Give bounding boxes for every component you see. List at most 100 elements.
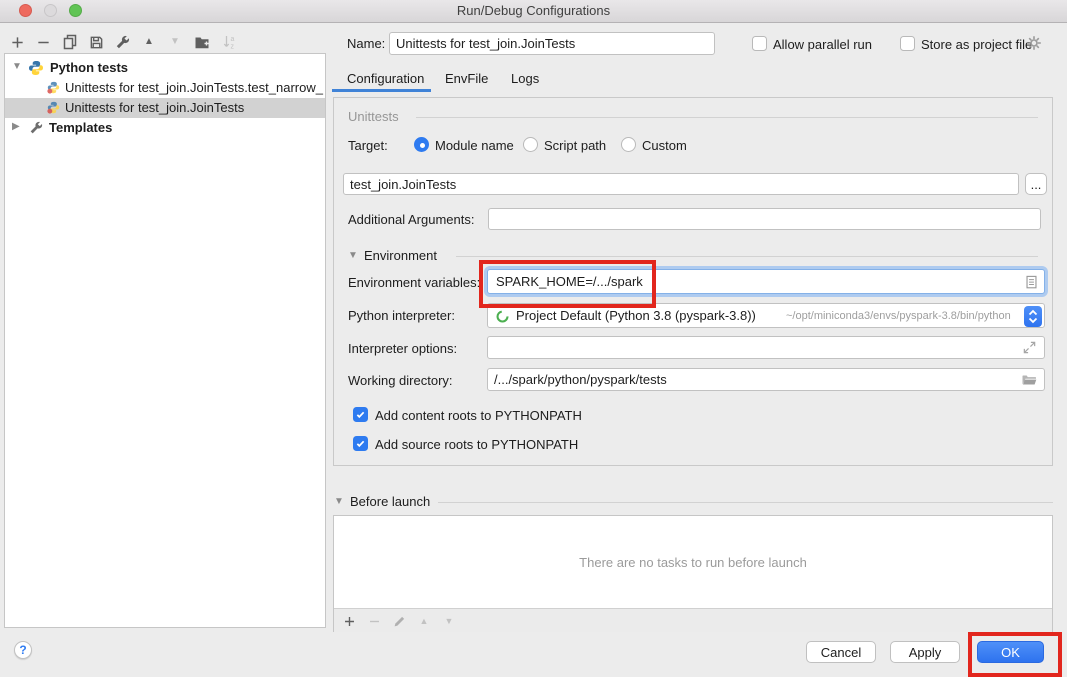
python-interpreter-path: ~/opt/miniconda3/envs/pyspark-3.8/bin/py… (786, 310, 1011, 322)
python-test-icon (47, 81, 60, 94)
environment-collapse-icon[interactable]: ▼ (348, 251, 358, 261)
target-custom-radio[interactable] (621, 137, 636, 152)
ok-label: OK (1001, 645, 1020, 660)
plus-icon (10, 35, 25, 50)
working-directory-label: Working directory: (348, 373, 453, 388)
conda-env-icon (495, 309, 510, 324)
move-task-down-button[interactable]: ▼ (440, 612, 458, 630)
target-script-path-radio[interactable] (523, 137, 538, 152)
checkmark-icon (355, 409, 366, 420)
interpreter-options-label: Interpreter options: (348, 341, 457, 356)
tree-item-unittest-jointests-selected[interactable]: Unittests for test_join.JoinTests (5, 98, 325, 118)
working-directory-input[interactable] (487, 368, 1045, 391)
edit-templates-button[interactable] (113, 33, 131, 51)
before-launch-separator (438, 502, 1053, 503)
wrench-icon (115, 35, 130, 50)
additional-arguments-label: Additional Arguments: (348, 212, 474, 227)
before-launch-collapse-icon[interactable]: ▼ (334, 497, 344, 507)
copy-icon (62, 34, 78, 50)
move-down-button[interactable]: ▼ (166, 33, 184, 51)
tab-configuration[interactable]: Configuration (347, 71, 424, 86)
environment-variables-label: Environment variables: (348, 275, 480, 290)
add-task-button[interactable] (340, 612, 358, 630)
additional-arguments-input[interactable] (488, 208, 1041, 230)
folder-plus-icon (194, 34, 210, 50)
tab-logs[interactable]: Logs (511, 71, 539, 86)
variables-list-icon[interactable] (1025, 275, 1038, 290)
save-icon (89, 35, 104, 50)
environment-section-label: Environment (364, 248, 437, 263)
apply-button[interactable]: Apply (890, 641, 960, 663)
before-launch-toolbar: ▲ ▼ (334, 608, 1052, 632)
move-task-up-button[interactable]: ▲ (415, 612, 433, 630)
add-content-roots-label: Add content roots to PYTHONPATH (375, 408, 582, 423)
cancel-button[interactable]: Cancel (806, 641, 876, 663)
pencil-icon (393, 615, 406, 628)
minus-icon (368, 615, 381, 628)
arrow-down-icon: ▼ (170, 37, 180, 47)
expand-icon[interactable]: ▶ (12, 121, 20, 132)
add-configuration-button[interactable] (8, 33, 26, 51)
store-as-project-file-label: Store as project file (921, 37, 1032, 52)
arrow-up-icon: ▲ (144, 37, 154, 47)
configuration-panel: Unittests Target: Module name Script pat… (333, 97, 1053, 466)
tab-envfile[interactable]: EnvFile (445, 71, 488, 86)
collapse-icon[interactable]: ▼ (12, 61, 22, 72)
tree-item-label: Python tests (50, 60, 128, 75)
expand-field-icon[interactable] (1022, 340, 1037, 355)
active-tab-underline (332, 89, 431, 92)
question-mark-icon: ? (19, 643, 26, 657)
environment-variables-input[interactable]: SPARK_HOME=/.../spark (487, 269, 1045, 294)
new-folder-button[interactable] (193, 33, 211, 51)
remove-configuration-button[interactable] (34, 33, 52, 51)
interpreter-options-input[interactable] (487, 336, 1045, 359)
add-source-roots-checkbox[interactable] (353, 436, 368, 451)
edit-task-button[interactable] (390, 612, 408, 630)
plus-icon (343, 615, 356, 628)
environment-separator (456, 256, 1038, 257)
svg-text:z: z (231, 44, 235, 51)
tree-item-unittest-narrow[interactable]: Unittests for test_join.JoinTests.test_n… (5, 78, 325, 98)
allow-parallel-run-checkbox[interactable] (752, 36, 767, 51)
copy-configuration-button[interactable] (61, 33, 79, 51)
run-debug-configurations-dialog: { "window": { "title": "Run/Debug Config… (0, 0, 1067, 671)
add-content-roots-checkbox[interactable] (353, 407, 368, 422)
name-label: Name: (347, 36, 385, 51)
apply-label: Apply (909, 645, 942, 660)
cancel-label: Cancel (821, 645, 861, 660)
unittests-group-title: Unittests (348, 109, 399, 124)
sort-az-icon: az (222, 34, 238, 50)
svg-text:a: a (231, 36, 235, 43)
save-configuration-button[interactable] (87, 33, 105, 51)
before-launch-task-list: There are no tasks to run before launch (334, 516, 1052, 608)
arrow-down-icon: ▼ (445, 617, 454, 626)
python-interpreter-select[interactable]: Project Default (Python 3.8 (pyspark-3.8… (487, 303, 1045, 328)
remove-task-button[interactable] (365, 612, 383, 630)
target-script-path-label: Script path (544, 138, 606, 153)
allow-parallel-run-label: Allow parallel run (773, 37, 872, 52)
target-module-name-radio[interactable] (414, 137, 429, 152)
ellipsis-icon: ... (1031, 177, 1042, 192)
module-name-input[interactable] (343, 173, 1019, 195)
group-separator (416, 117, 1038, 118)
store-as-project-file-checkbox[interactable] (900, 36, 915, 51)
sort-configurations-button[interactable]: az (221, 33, 239, 51)
browse-module-button[interactable]: ... (1025, 173, 1047, 195)
gear-icon (1026, 35, 1042, 51)
interpreter-dropdown-stepper[interactable] (1024, 306, 1042, 327)
add-source-roots-label: Add source roots to PYTHONPATH (375, 437, 578, 452)
ok-button[interactable]: OK (977, 641, 1044, 663)
minus-icon (36, 35, 51, 50)
help-button[interactable]: ? (14, 641, 32, 659)
tree-item-templates[interactable]: ▶ Templates (5, 118, 325, 138)
move-up-button[interactable]: ▲ (140, 33, 158, 51)
python-test-icon (47, 101, 60, 114)
target-label: Target: (348, 138, 388, 153)
store-options-button[interactable] (1025, 34, 1043, 52)
python-interpreter-value: Project Default (Python 3.8 (pyspark-3.8… (516, 308, 756, 323)
name-input[interactable] (389, 32, 715, 55)
tree-item-python-tests[interactable]: ▼ Python tests (5, 58, 325, 78)
before-launch-label: Before launch (350, 494, 430, 509)
environment-variables-value: SPARK_HOME=/.../spark (496, 274, 643, 289)
folder-icon[interactable] (1021, 372, 1037, 388)
